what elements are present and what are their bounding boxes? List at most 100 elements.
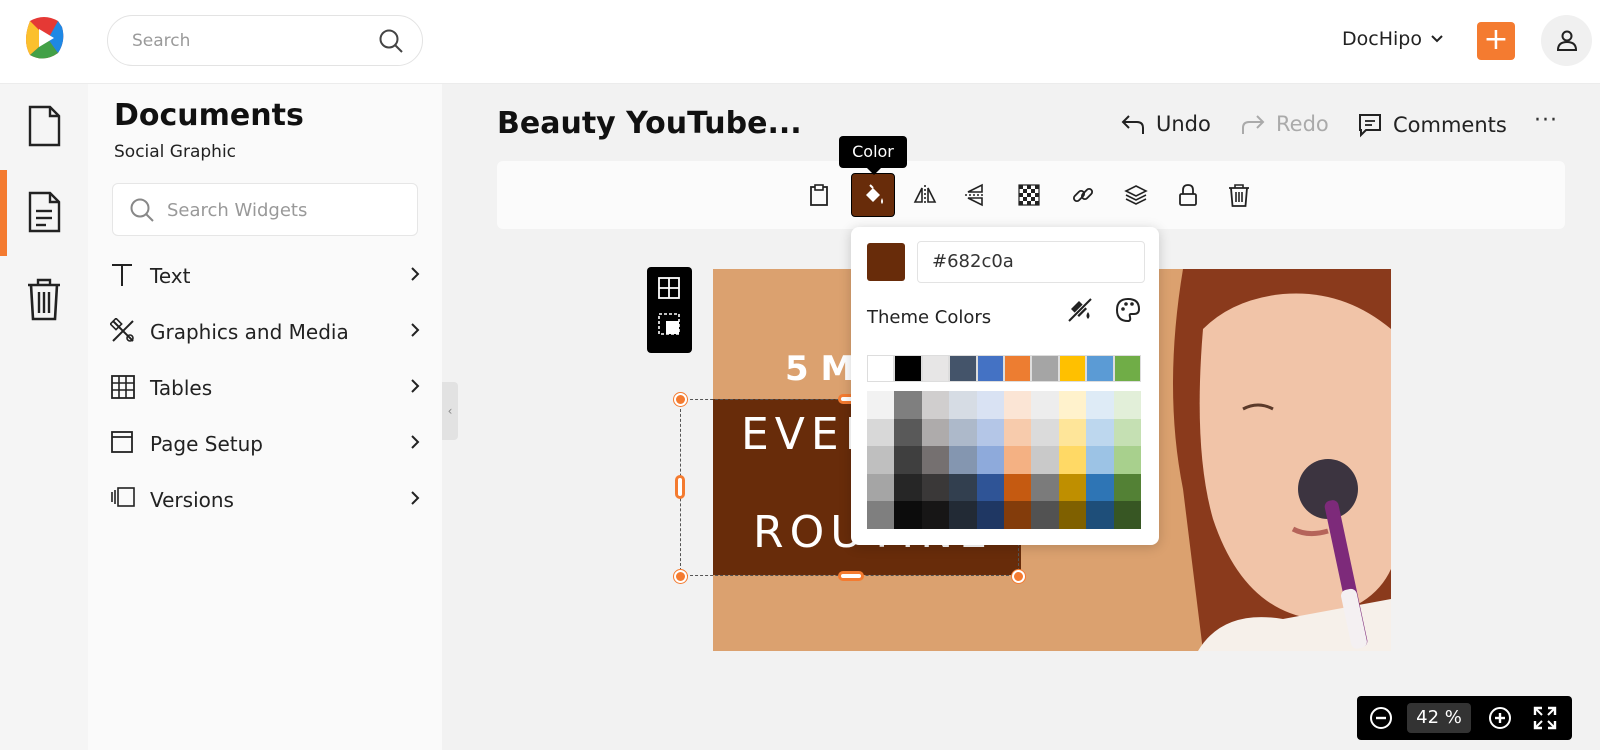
color-shade-swatch[interactable] [976,446,1004,474]
link-button[interactable] [1061,173,1105,217]
color-shade-swatch[interactable] [1003,501,1032,529]
color-shade-swatch[interactable] [867,473,895,502]
color-shade-swatch[interactable] [976,501,1004,529]
color-shade-swatch[interactable] [1113,391,1141,419]
color-swatch[interactable] [894,355,922,382]
color-shade-swatch[interactable] [1058,391,1087,419]
color-shade-swatch[interactable] [949,391,977,419]
rail-documents[interactable] [0,170,88,256]
color-shade-swatch[interactable] [894,418,922,447]
zoom-out-icon[interactable] [1369,706,1393,730]
global-search[interactable]: Search [107,15,423,66]
fullscreen-icon[interactable] [1533,706,1557,730]
color-shade-swatch[interactable] [1086,501,1114,529]
undo-button[interactable]: Undo [1120,112,1211,136]
color-shade-swatch[interactable] [1058,473,1087,502]
user-profile-button[interactable] [1541,15,1592,66]
create-new-button[interactable]: + [1477,22,1515,60]
zoom-in-icon[interactable] [1488,706,1512,730]
color-button[interactable] [851,173,895,217]
color-shade-swatch[interactable] [949,501,977,529]
flip-horizontal-button[interactable] [903,173,947,217]
color-shade-swatch[interactable] [976,391,1004,419]
menu-item-graphics-media[interactable]: Graphics and Media [110,310,420,352]
color-shade-swatch[interactable] [1003,418,1032,447]
color-shade-swatch[interactable] [1113,473,1141,502]
document-title[interactable]: Beauty YouTube... [497,106,802,141]
color-shade-swatch[interactable] [976,418,1004,447]
no-fill-icon[interactable] [1067,297,1093,323]
color-swatch[interactable] [921,355,950,382]
color-shade-swatch[interactable] [1086,473,1114,502]
resize-handle-top-left[interactable] [674,393,687,406]
color-swatch[interactable] [867,355,895,382]
color-swatch[interactable] [1003,355,1032,382]
flip-vertical-button[interactable] [953,173,997,217]
more-options-button[interactable]: ··· [1534,108,1558,133]
dochipo-logo-icon[interactable] [22,15,66,61]
color-shade-swatch[interactable] [1058,418,1087,447]
color-shade-swatch[interactable] [921,418,950,447]
rail-trash[interactable] [0,256,88,342]
layers-button[interactable] [1114,173,1158,217]
palette-icon[interactable] [1115,297,1141,323]
lock-button[interactable] [1166,173,1210,217]
widget-search-input[interactable]: Search Widgets [112,183,418,236]
color-shade-swatch[interactable] [1031,501,1059,529]
rail-new-document[interactable] [0,84,88,170]
color-shade-swatch[interactable] [976,473,1004,502]
menu-item-page-setup[interactable]: Page Setup [110,422,420,464]
color-shade-swatch[interactable] [1086,446,1114,474]
color-shade-swatch[interactable] [867,391,895,419]
current-color-swatch[interactable] [867,243,905,281]
color-shade-swatch[interactable] [867,501,895,529]
resize-handle-bottom-right[interactable] [1012,570,1025,583]
account-switcher[interactable]: DocHipo [1342,28,1444,50]
color-shade-swatch[interactable] [921,473,950,502]
color-shade-swatch[interactable] [1031,391,1059,419]
color-shade-swatch[interactable] [921,501,950,529]
color-shade-swatch[interactable] [1086,418,1114,447]
color-shade-swatch[interactable] [867,446,895,474]
color-shade-swatch[interactable] [1003,391,1032,419]
color-shade-swatch[interactable] [949,446,977,474]
color-shade-swatch[interactable] [921,446,950,474]
model-photo[interactable] [1143,269,1391,651]
color-shade-swatch[interactable] [1113,418,1141,447]
color-shade-swatch[interactable] [949,418,977,447]
menu-item-text[interactable]: Text [110,254,420,296]
color-shade-swatch[interactable] [894,446,922,474]
color-shade-swatch[interactable] [1113,501,1141,529]
color-shade-swatch[interactable] [894,501,922,529]
color-shade-swatch[interactable] [921,391,950,419]
collapse-panel-button[interactable]: ‹ [442,382,458,440]
select-area-icon[interactable] [658,313,680,335]
search-icon[interactable] [378,28,404,54]
color-shade-swatch[interactable] [894,391,922,419]
resize-handle-bottom-left[interactable] [674,570,687,583]
resize-handle-left[interactable] [675,475,685,499]
color-shade-swatch[interactable] [1003,473,1032,502]
menu-item-versions[interactable]: Versions [110,478,420,520]
color-shade-swatch[interactable] [1058,501,1087,529]
color-shade-swatch[interactable] [1058,446,1087,474]
color-swatch[interactable] [1058,355,1087,382]
color-swatch[interactable] [1031,355,1059,382]
resize-handle-bottom[interactable] [838,571,864,581]
color-swatch[interactable] [1113,355,1141,382]
menu-item-tables[interactable]: Tables [110,366,420,408]
color-swatch[interactable] [949,355,977,382]
delete-button[interactable] [1217,173,1261,217]
comments-button[interactable]: Comments [1357,112,1507,138]
transparency-button[interactable] [1007,173,1051,217]
color-shade-swatch[interactable] [1113,446,1141,474]
color-shade-swatch[interactable] [1031,446,1059,474]
color-shade-swatch[interactable] [1086,391,1114,419]
color-shade-swatch[interactable] [949,473,977,502]
color-shade-swatch[interactable] [894,473,922,502]
color-swatch[interactable] [1086,355,1114,382]
color-shade-swatch[interactable] [1031,473,1059,502]
hex-color-input[interactable]: #682c0a [917,241,1145,283]
color-shade-swatch[interactable] [1003,446,1032,474]
grid-icon[interactable] [658,277,680,299]
